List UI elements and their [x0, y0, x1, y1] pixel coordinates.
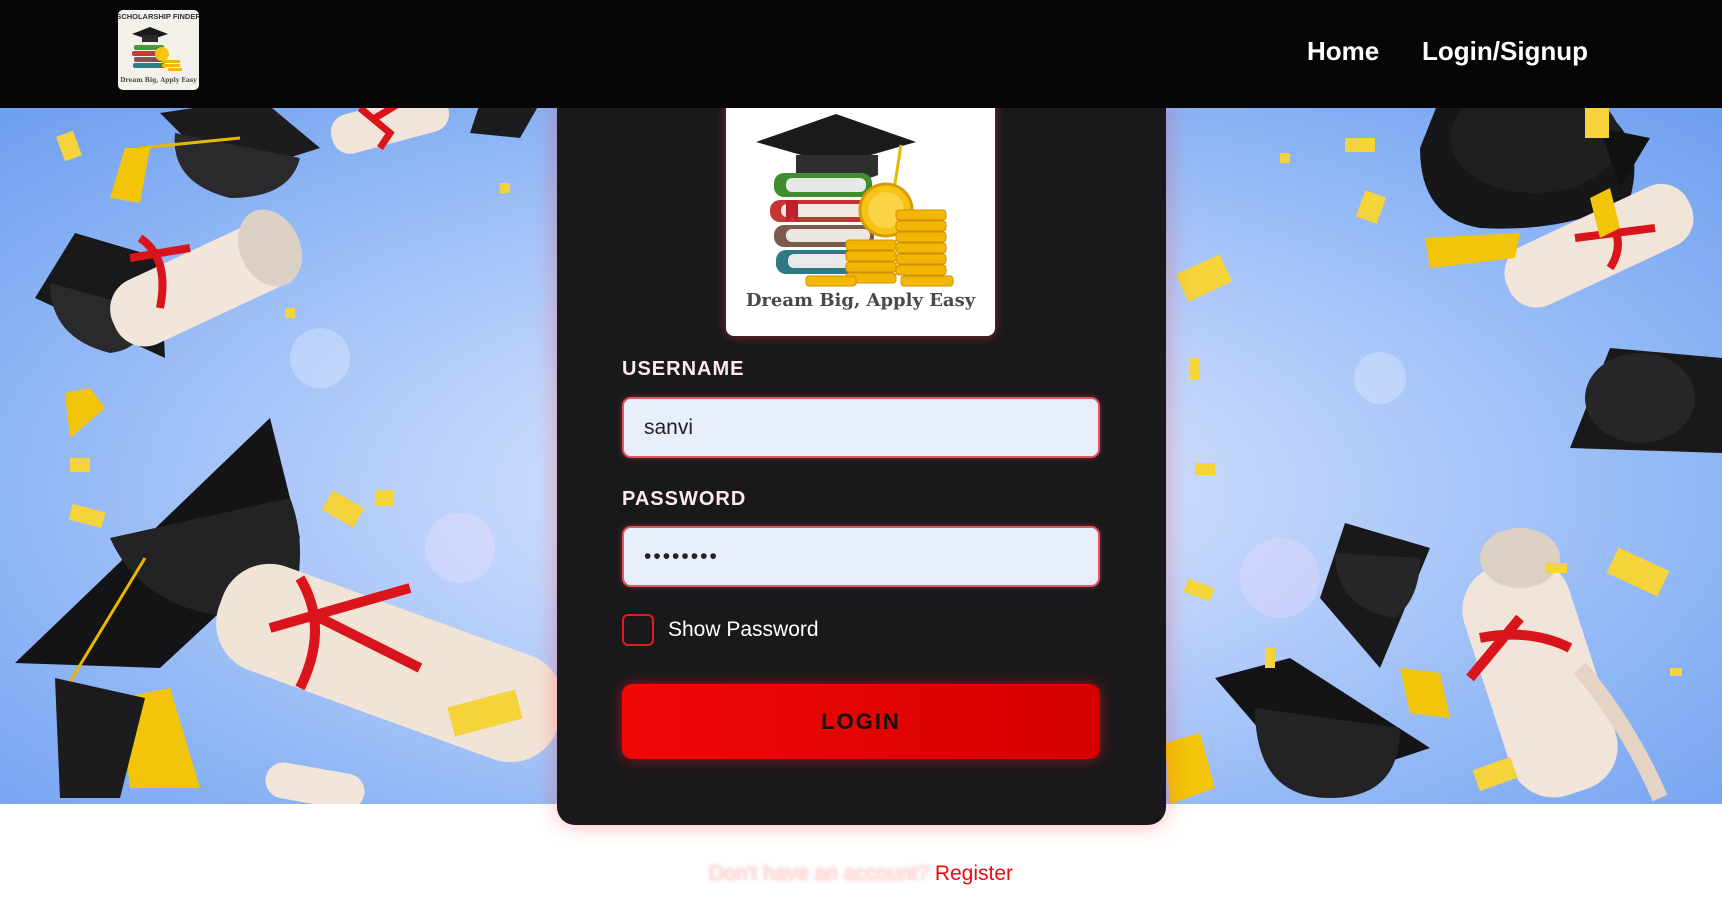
graduation-cap-icon [1320, 523, 1450, 718]
card-logo: Dream Big, Apply Easy [726, 100, 995, 336]
logo-graphic-icon: SCHOLARSHIP FINDER Dream Big, Apply Easy [118, 12, 199, 84]
diploma-scroll-icon [330, 108, 450, 154]
nav-home-link[interactable]: Home [1307, 36, 1379, 67]
diploma-scroll-icon [216, 563, 564, 763]
register-link[interactable]: Register [935, 862, 1013, 885]
password-label: PASSWORD [622, 488, 747, 510]
site-logo[interactable]: SCHOLARSHIP FINDER Dream Big, Apply Easy [118, 10, 199, 90]
username-input[interactable] [622, 397, 1100, 458]
login-card: Dream Big, Apply Easy USERNAME PASSWORD … [557, 100, 1166, 825]
nav-login-signup-link[interactable]: Login/Signup [1422, 36, 1588, 67]
svg-text:Dream Big, Apply Easy: Dream Big, Apply Easy [120, 77, 197, 84]
show-password-checkbox[interactable] [622, 614, 654, 646]
show-password-label[interactable]: Show Password [668, 618, 819, 642]
graduation-cap-icon [110, 108, 320, 203]
svg-text:SCHOLARSHIP FINDER: SCHOLARSHIP FINDER [118, 12, 199, 21]
register-prompt: Don't have an account? Register [0, 862, 1722, 886]
login-button[interactable]: LOGIN [622, 684, 1100, 759]
page: SCHOLARSHIP FINDER Dream Big, Apply Easy… [0, 0, 1722, 901]
graduation-cap-icon [1165, 658, 1430, 804]
logo-tagline: Dream Big, Apply Easy [745, 290, 976, 311]
username-label: USERNAME [622, 358, 745, 380]
graduation-cap-icon [1570, 348, 1722, 453]
no-account-text: Don't have an account? [708, 862, 929, 885]
navbar: SCHOLARSHIP FINDER Dream Big, Apply Easy… [0, 0, 1722, 108]
password-input[interactable] [622, 526, 1100, 587]
